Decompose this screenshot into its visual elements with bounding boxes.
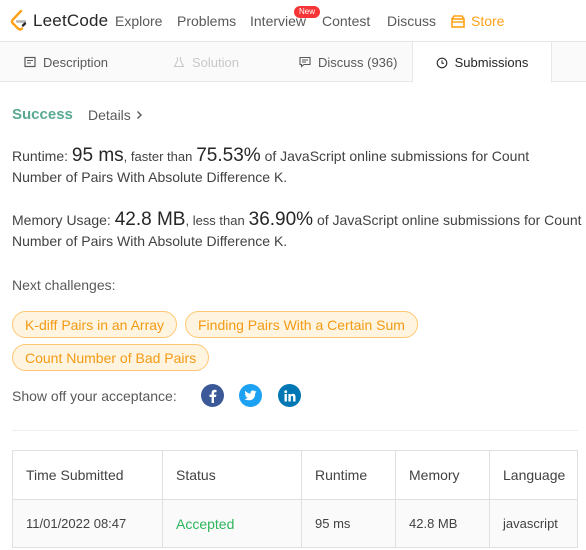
clock-icon [436,57,447,68]
document-icon [24,56,36,68]
submissions-table: Time Submitted Status Runtime Memory Lan… [12,450,578,548]
nav-contest[interactable]: Contest [322,13,370,29]
runtime-compare: , faster than [123,149,193,164]
nav-problems[interactable]: Problems [177,13,236,29]
memory-summary: Memory Usage: 42.8 MB, less than 36.90% … [12,209,582,252]
challenge-chip[interactable]: Finding Pairs With a Certain Sum [185,311,418,338]
result-status: Success [12,106,73,123]
cell-language: javascript [489,499,578,548]
table-header-row: Time Submitted Status Runtime Memory Lan… [12,450,578,500]
table-row: 11/01/2022 08:47 Accepted 95 ms 42.8 MB … [12,499,578,548]
runtime-value: 95 ms [71,145,124,166]
logo[interactable]: LeetCode [10,9,108,33]
challenge-chip[interactable]: K-diff Pairs in an Array [12,311,178,338]
flask-icon [173,57,185,68]
logo-text: LeetCode [33,11,109,30]
nav-store[interactable]: Store [451,13,504,29]
leetcode-logo-icon [10,10,27,31]
column-runtime[interactable]: Runtime [301,450,396,500]
tab-discuss[interactable]: Discuss (936) [299,42,397,82]
memory-compare: , less than [185,213,245,228]
divider [12,430,578,431]
cell-time-submitted: 11/01/2022 08:47 [12,499,163,548]
tab-description-label: Description [43,54,109,70]
tab-description[interactable]: Description [24,42,108,82]
cell-memory: 42.8 MB [395,499,490,548]
comment-icon [299,56,311,68]
next-challenges-label: Next challenges: [12,277,116,293]
challenge-chip[interactable]: Count Number of Bad Pairs [12,344,210,371]
twitter-icon[interactable] [239,384,262,407]
runtime-label: Runtime: [12,148,69,164]
store-label: Store [471,13,505,29]
nav-discuss[interactable]: Discuss [387,13,436,29]
memory-label: Memory Usage: [12,212,111,228]
tab-submissions-label: Submissions [454,55,529,70]
runtime-percent: 75.53% [196,145,261,166]
linkedin-icon[interactable] [278,384,301,407]
top-nav: LeetCode Explore Problems Interview New … [0,0,586,42]
cell-status[interactable]: Accepted [162,499,302,548]
share-label: Show off your acceptance: [12,388,177,404]
new-badge: New [294,6,321,18]
chevron-right-icon[interactable] [136,110,143,120]
nav-explore[interactable]: Explore [115,13,162,29]
tab-discuss-label: Discuss (936) [318,54,398,70]
column-memory[interactable]: Memory [395,450,490,500]
memory-value: 42.8 MB [114,209,186,230]
problem-tabs: Description Solution Discuss (936) Submi… [0,42,586,83]
runtime-summary: Runtime: 95 ms, faster than 75.53% of Ja… [12,145,582,188]
facebook-icon[interactable] [201,384,224,407]
column-time-submitted[interactable]: Time Submitted [12,450,163,500]
store-icon [451,14,465,28]
tab-solution: Solution [173,42,239,82]
tab-submissions[interactable]: Submissions [412,42,552,83]
memory-percent: 36.90% [248,209,314,230]
cell-runtime: 95 ms [301,499,396,548]
tab-solution-label: Solution [192,54,239,70]
details-link[interactable]: Details [88,107,131,123]
column-status[interactable]: Status [162,450,302,500]
column-language[interactable]: Language [489,450,578,500]
